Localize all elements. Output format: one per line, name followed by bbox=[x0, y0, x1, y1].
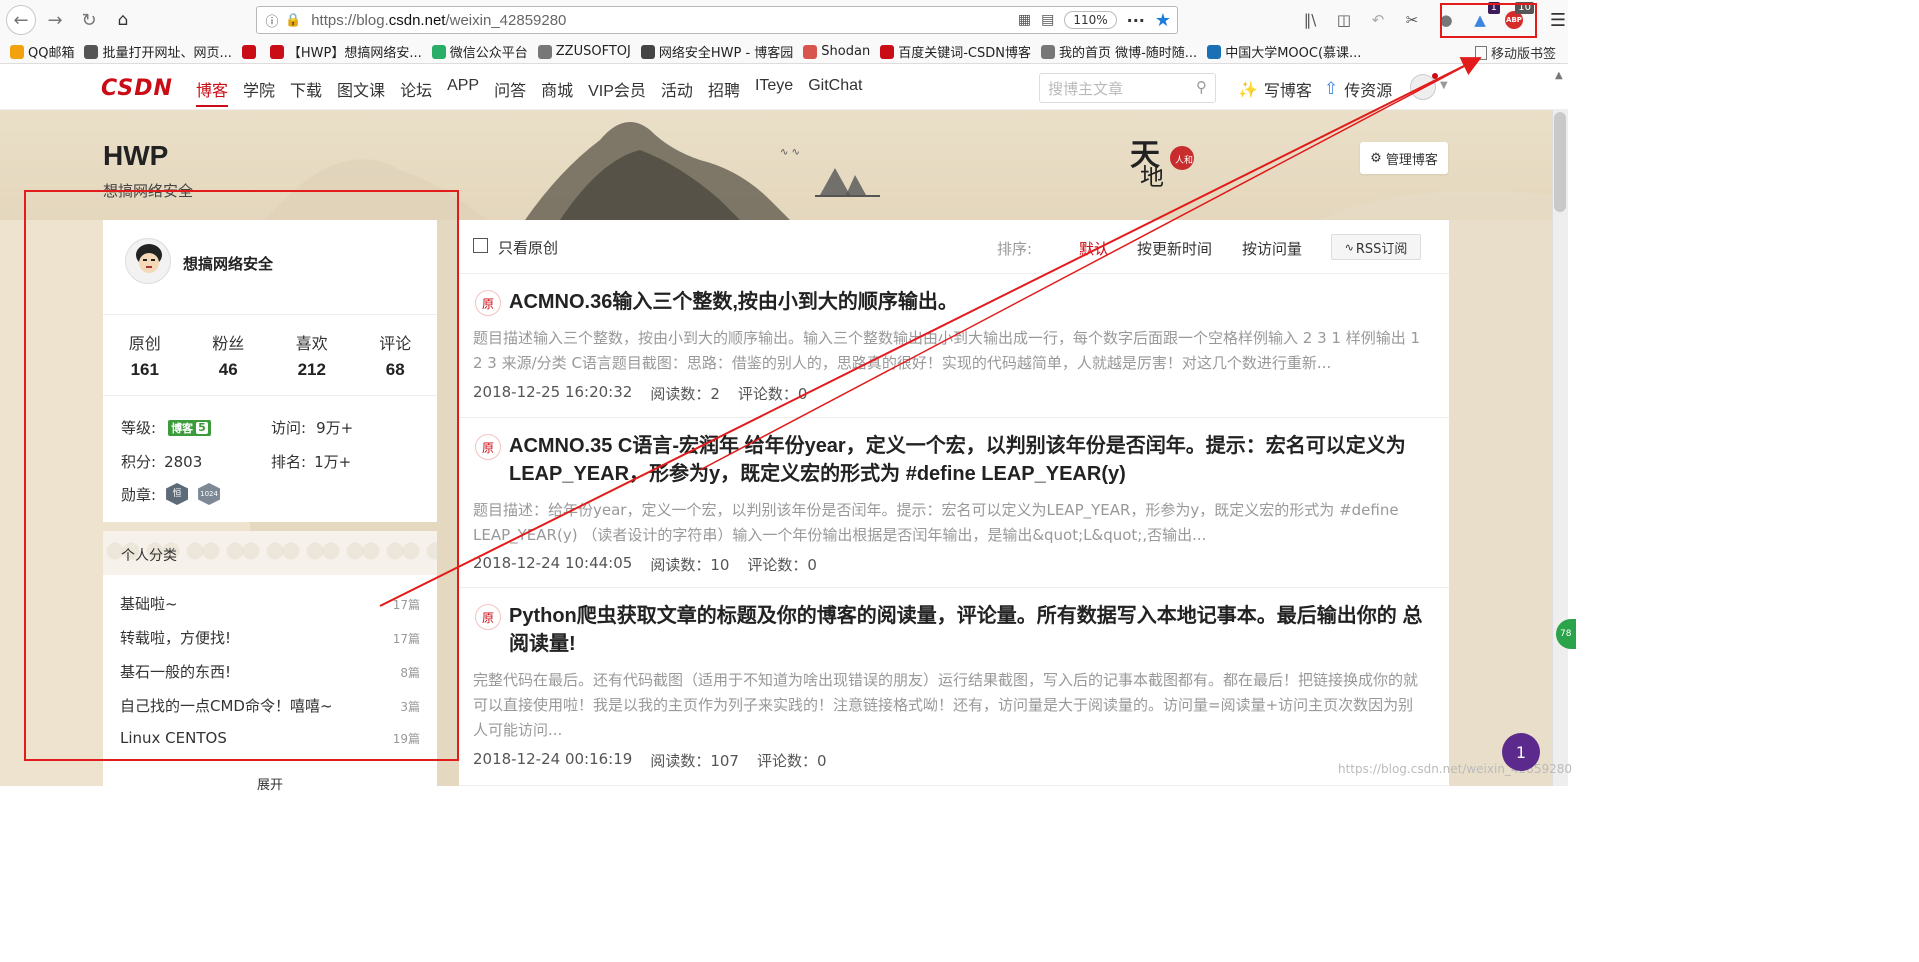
annotation-arrows bbox=[379, 57, 1482, 607]
watermark: https://blog.csdn.net/weixin_42859280 bbox=[1338, 762, 1573, 776]
floating-action-button[interactable]: 1 bbox=[1502, 733, 1540, 771]
